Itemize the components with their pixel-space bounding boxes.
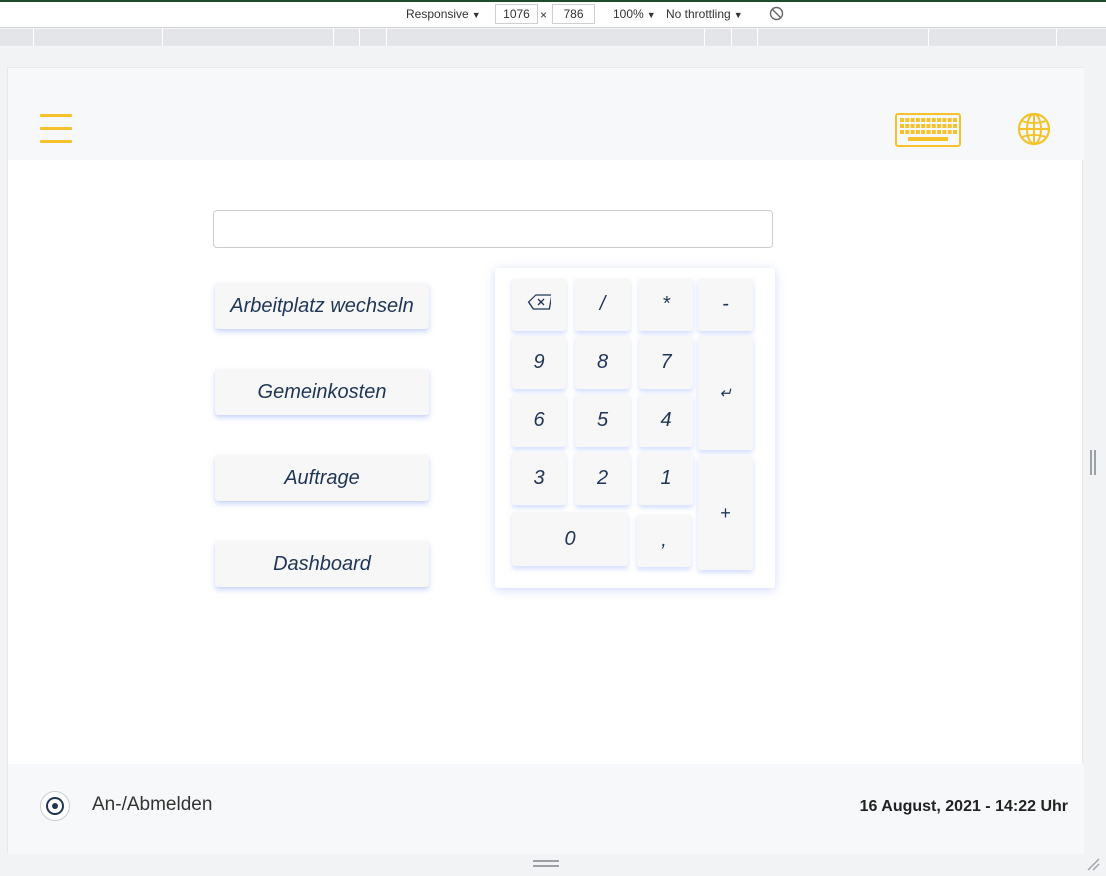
ruler-tick	[386, 29, 387, 46]
page-viewport: Arbeitplatz wechseln Gemeinkosten Auftra…	[7, 67, 1084, 854]
divide-key[interactable]: /	[575, 278, 630, 331]
key-5[interactable]: 5	[575, 394, 630, 447]
ruler-tick	[359, 29, 360, 46]
app-header	[8, 68, 1084, 160]
enter-key[interactable]: ↵	[698, 336, 753, 450]
barcode-input[interactable]	[213, 210, 773, 248]
viewport-height-input[interactable]	[552, 4, 595, 24]
throttling-select-caret: ▼	[733, 10, 743, 20]
globe-icon[interactable]	[1017, 112, 1051, 146]
orders-button[interactable]: Auftrage	[215, 455, 429, 501]
zoom-select-caret: ▼	[646, 10, 656, 20]
hamburger-icon[interactable]	[40, 114, 72, 144]
viewport-width-input[interactable]	[495, 4, 538, 24]
viewport-corner-resize-handle[interactable]	[1086, 857, 1100, 871]
ruler-tick	[731, 29, 732, 46]
throttling-select[interactable]: No throttling ▼	[666, 7, 743, 21]
ruler-tick	[1056, 29, 1057, 46]
key-4[interactable]: 4	[639, 394, 693, 447]
ruler-tick	[928, 29, 929, 46]
login-logout-label[interactable]: An-/Abmelden	[92, 794, 212, 816]
keyboard-icon[interactable]	[895, 113, 961, 147]
ruler-tick	[162, 29, 163, 46]
key-0[interactable]: 0	[512, 512, 628, 566]
app-footer: An-/Abmelden 16 August, 2021 - 14:22 Uhr	[8, 764, 1084, 854]
key-1[interactable]: 1	[639, 452, 693, 505]
minus-key[interactable]: -	[698, 278, 753, 331]
devtools-device-toolbar: Responsive▼ × 100%▼ No throttling▼	[0, 2, 1106, 28]
key-8[interactable]: 8	[575, 336, 630, 389]
ruler-tick	[757, 29, 758, 46]
media-query-ruler[interactable]	[0, 29, 1106, 46]
backspace-icon	[527, 293, 553, 316]
radio-dot	[52, 803, 58, 809]
ruler-tick	[333, 29, 334, 46]
plus-key[interactable]: +	[698, 456, 753, 570]
radio-ring	[46, 797, 64, 815]
throttling-select-label: No throttling	[666, 7, 731, 21]
key-7[interactable]: 7	[639, 336, 693, 389]
key-6[interactable]: 6	[512, 394, 566, 447]
rotate-disabled-icon[interactable]	[769, 6, 784, 24]
key-9[interactable]: 9	[512, 336, 566, 389]
ruler-tick	[704, 29, 705, 46]
comma-key[interactable]: ,	[637, 514, 691, 567]
dimension-separator: ×	[540, 8, 548, 22]
login-logout-radio[interactable]	[40, 791, 70, 821]
dashboard-button[interactable]: Dashboard	[215, 541, 429, 587]
key-3[interactable]: 3	[512, 452, 566, 505]
zoom-select-label: 100%	[613, 7, 644, 21]
device-select[interactable]: Responsive ▼	[406, 7, 481, 21]
backspace-key[interactable]	[512, 278, 566, 331]
numeric-keypad: / * - 9 8 7 6 5 4 ↵ 3 2 1 0 , +	[495, 268, 775, 588]
device-select-label: Responsive	[406, 7, 469, 21]
key-2[interactable]: 2	[575, 452, 630, 505]
current-datetime: 16 August, 2021 - 14:22 Uhr	[859, 798, 1068, 815]
device-select-caret: ▼	[471, 10, 481, 20]
multiply-key[interactable]: *	[639, 278, 693, 331]
overhead-costs-button[interactable]: Gemeinkosten	[215, 369, 429, 415]
switch-workplace-button[interactable]: Arbeitplatz wechseln	[215, 283, 429, 329]
zoom-select[interactable]: 100% ▼	[613, 7, 656, 21]
ruler-tick	[33, 29, 34, 46]
viewport-width-resize-handle[interactable]	[1090, 450, 1096, 475]
viewport-height-resize-handle[interactable]	[533, 860, 559, 867]
